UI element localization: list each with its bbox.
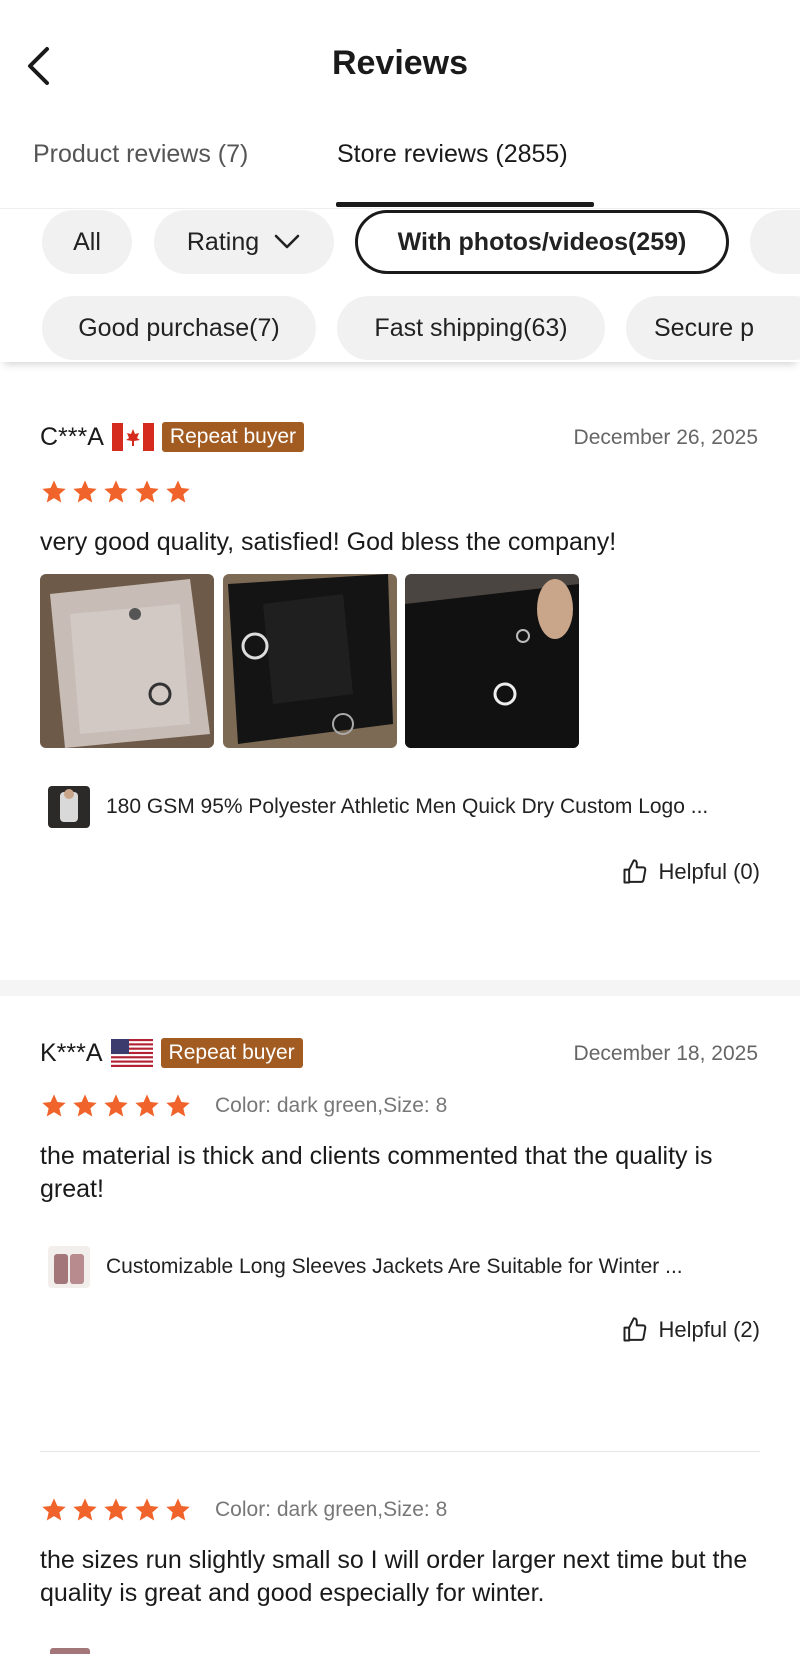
chevron-down-icon: [273, 233, 301, 251]
product-name: Customizable Long Sleeves Jackets Are Su…: [106, 1255, 683, 1278]
star-icon: [104, 1498, 128, 1521]
review-photo[interactable]: [40, 574, 214, 748]
star-icon: [73, 1498, 97, 1521]
filter-chip-good-purchase[interactable]: Good purchase(7): [42, 296, 316, 360]
product-thumbnail: [48, 786, 90, 828]
review-text: the material is thick and clients commen…: [40, 1142, 713, 1203]
filter-chip-label: Good purchase(7): [78, 313, 280, 342]
filter-bar: All Rating With photos/videos(259) Good …: [0, 210, 800, 362]
review-tabs: Product reviews (7) Store reviews (2855): [0, 130, 800, 210]
review-product-link[interactable]: 180 GSM 95% Polyester Athletic Men Quick…: [48, 786, 708, 828]
filter-chip-label: Fast shipping(63): [374, 313, 568, 342]
star-icon: [104, 1094, 128, 1117]
page-title: Reviews: [331, 44, 469, 82]
helpful-label: Helpful (2): [658, 1317, 760, 1342]
review-date: December 26, 2025: [573, 426, 758, 449]
review-card: Color: dark green,Size: 8 the sizes run …: [0, 1452, 800, 1654]
thumbs-up-icon: [623, 1317, 646, 1342]
active-tab-indicator: [336, 202, 594, 207]
tab-store-reviews[interactable]: Store reviews (2855): [337, 140, 568, 169]
filter-chip-rating[interactable]: Rating: [154, 210, 334, 274]
star-icon: [42, 1498, 66, 1521]
star-icon: [42, 480, 66, 503]
filter-chip-label: With photos/videos(259): [397, 227, 687, 256]
repeat-buyer-badge: Repeat buyer: [161, 422, 305, 452]
helpful-button[interactable]: Helpful (2): [621, 1316, 760, 1344]
usa-flag-icon: [110, 1039, 153, 1067]
variant-info: Color: dark green,Size: 8: [215, 1094, 448, 1117]
review-photo[interactable]: [405, 574, 579, 748]
review-text: the sizes run slightly small so I will o…: [40, 1546, 748, 1607]
reviewer-name: K***A: [40, 1038, 103, 1067]
helpful-button[interactable]: Helpful (0): [621, 858, 760, 886]
star-rating: [40, 478, 195, 506]
review-date: December 18, 2025: [573, 1042, 758, 1065]
reviewer-row: C***A Repeat buyer: [40, 422, 305, 452]
variant-info: Color: dark green,Size: 8: [215, 1498, 448, 1521]
product-thumbnail: [50, 1648, 90, 1654]
star-icon: [135, 480, 159, 503]
filter-chip-more[interactable]: [750, 210, 800, 274]
star-icon: [135, 1094, 159, 1117]
filter-chip-with-photos[interactable]: With photos/videos(259): [355, 210, 729, 274]
star-icon: [135, 1498, 159, 1521]
filter-chip-fast-shipping[interactable]: Fast shipping(63): [337, 296, 605, 360]
repeat-buyer-badge: Repeat buyer: [160, 1038, 303, 1068]
review-card: K***A Repeat buyer December 18, 2025 Col…: [0, 996, 800, 1456]
review-card: C***A Repeat buyer December 26, 2025 ver…: [0, 362, 800, 980]
review-product-link[interactable]: Customizable Long Sleeves Jackets Are Su…: [48, 1246, 683, 1288]
tab-divider: [0, 208, 800, 209]
star-icon: [73, 1094, 97, 1117]
filter-chip-label: Rating: [186, 227, 260, 256]
filter-chip-label: Secure p: [654, 313, 755, 342]
header: Reviews: [0, 0, 800, 130]
filter-chip-all[interactable]: All: [42, 210, 132, 274]
section-divider: [0, 980, 800, 996]
filter-chip-secure[interactable]: Secure p: [626, 296, 800, 360]
review-text: very good quality, satisfied! God bless …: [40, 528, 617, 556]
filter-chip-label: All: [73, 227, 101, 256]
star-icon: [166, 1498, 190, 1521]
star-icon: [166, 480, 190, 503]
star-rating: Color: dark green,Size: 8: [40, 1092, 447, 1120]
helpful-label: Helpful (0): [658, 859, 760, 884]
star-icon: [104, 480, 128, 503]
canada-flag-icon: [111, 423, 154, 451]
reviewer-name: C***A: [40, 422, 104, 451]
review-photo[interactable]: [223, 574, 397, 748]
tab-product-reviews[interactable]: Product reviews (7): [33, 140, 248, 169]
product-name: 180 GSM 95% Polyester Athletic Men Quick…: [106, 795, 709, 818]
star-rating: Color: dark green,Size: 8: [40, 1496, 447, 1524]
star-icon: [73, 480, 97, 503]
star-icon: [42, 1094, 66, 1117]
thumbs-up-icon: [623, 859, 646, 884]
reviewer-row: K***A Repeat buyer: [40, 1038, 303, 1068]
star-icon: [166, 1094, 190, 1117]
product-thumbnail: [48, 1246, 90, 1288]
